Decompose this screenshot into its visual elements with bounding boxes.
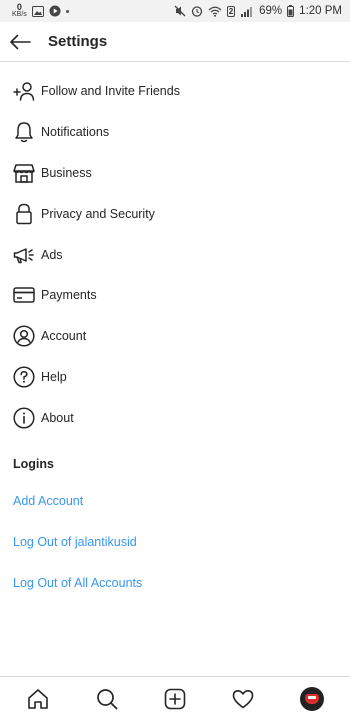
- menu-item-label: Account: [41, 329, 87, 344]
- settings-menu: Follow and Invite Friends Notifications …: [0, 71, 350, 438]
- mute-icon: [174, 5, 186, 17]
- menu-item-privacy-security[interactable]: Privacy and Security: [0, 193, 350, 234]
- wifi-icon: [208, 6, 222, 17]
- menu-item-label: Notifications: [41, 125, 110, 140]
- help-icon: [12, 365, 36, 389]
- network-speed-value: 0: [16, 2, 22, 12]
- bottom-nav: [0, 676, 350, 720]
- header: Settings: [0, 22, 350, 62]
- menu-item-payments[interactable]: Payments: [0, 275, 350, 316]
- battery-icon: [287, 5, 295, 17]
- status-bar: 0 KB/s 2 69% 1:20 PM: [0, 0, 350, 22]
- bell-icon: [12, 120, 36, 144]
- menu-item-label: Follow and Invite Friends: [41, 84, 180, 99]
- account-icon: [12, 324, 36, 348]
- avatar-graphic-detail: [307, 695, 316, 699]
- home-icon: [28, 688, 48, 709]
- add-person-icon: [12, 79, 36, 103]
- menu-item-about[interactable]: About: [0, 397, 350, 438]
- clock: 1:20 PM: [299, 5, 342, 17]
- credit-card-icon: [12, 283, 36, 307]
- back-button[interactable]: [0, 22, 42, 62]
- sim-slot-badge: 2: [226, 5, 236, 17]
- logins-section-title: Logins: [13, 457, 54, 471]
- nav-profile-button[interactable]: [292, 679, 332, 719]
- alarm-icon: [191, 5, 203, 17]
- avatar: [299, 686, 324, 711]
- menu-item-notifications[interactable]: Notifications: [0, 112, 350, 153]
- status-bar-left: 0 KB/s: [12, 2, 69, 19]
- signal-icon: [240, 6, 254, 17]
- store-icon: [12, 161, 36, 185]
- menu-item-help[interactable]: Help: [0, 357, 350, 398]
- play-icon: [49, 5, 61, 17]
- menu-item-label: Payments: [41, 288, 97, 303]
- nav-search-button[interactable]: [87, 679, 127, 719]
- megaphone-icon: [12, 243, 36, 267]
- menu-item-account[interactable]: Account: [0, 316, 350, 357]
- menu-item-label: Business: [41, 165, 92, 180]
- menu-item-ads[interactable]: Ads: [0, 234, 350, 275]
- menu-item-label: Ads: [41, 247, 63, 262]
- info-icon: [12, 406, 36, 430]
- nav-new-post-button[interactable]: [155, 679, 195, 719]
- menu-item-label: Privacy and Security: [41, 206, 155, 221]
- network-speed: 0 KB/s: [12, 2, 27, 19]
- log-out-all-link[interactable]: Log Out of All Accounts: [13, 576, 142, 590]
- menu-item-label: About: [41, 410, 74, 425]
- lock-icon: [12, 202, 36, 226]
- network-speed-unit: KB/s: [12, 11, 27, 18]
- back-arrow-icon: [10, 34, 31, 49]
- nav-home-button[interactable]: [18, 679, 58, 719]
- menu-item-business[interactable]: Business: [0, 153, 350, 194]
- image-icon: [31, 5, 44, 17]
- log-out-user-link[interactable]: Log Out of jalantikusid: [13, 535, 137, 549]
- battery-percent: 69%: [259, 5, 283, 17]
- search-icon: [96, 688, 117, 709]
- notification-dot-icon: [65, 9, 69, 13]
- add-post-icon: [164, 688, 186, 709]
- nav-activity-button[interactable]: [223, 679, 263, 719]
- page-title: Settings: [48, 33, 108, 50]
- menu-item-follow-invite[interactable]: Follow and Invite Friends: [0, 71, 350, 112]
- menu-item-label: Help: [41, 369, 67, 384]
- add-account-link[interactable]: Add Account: [13, 494, 83, 508]
- status-bar-right: 2 69% 1:20 PM: [174, 5, 342, 17]
- heart-icon: [233, 689, 254, 708]
